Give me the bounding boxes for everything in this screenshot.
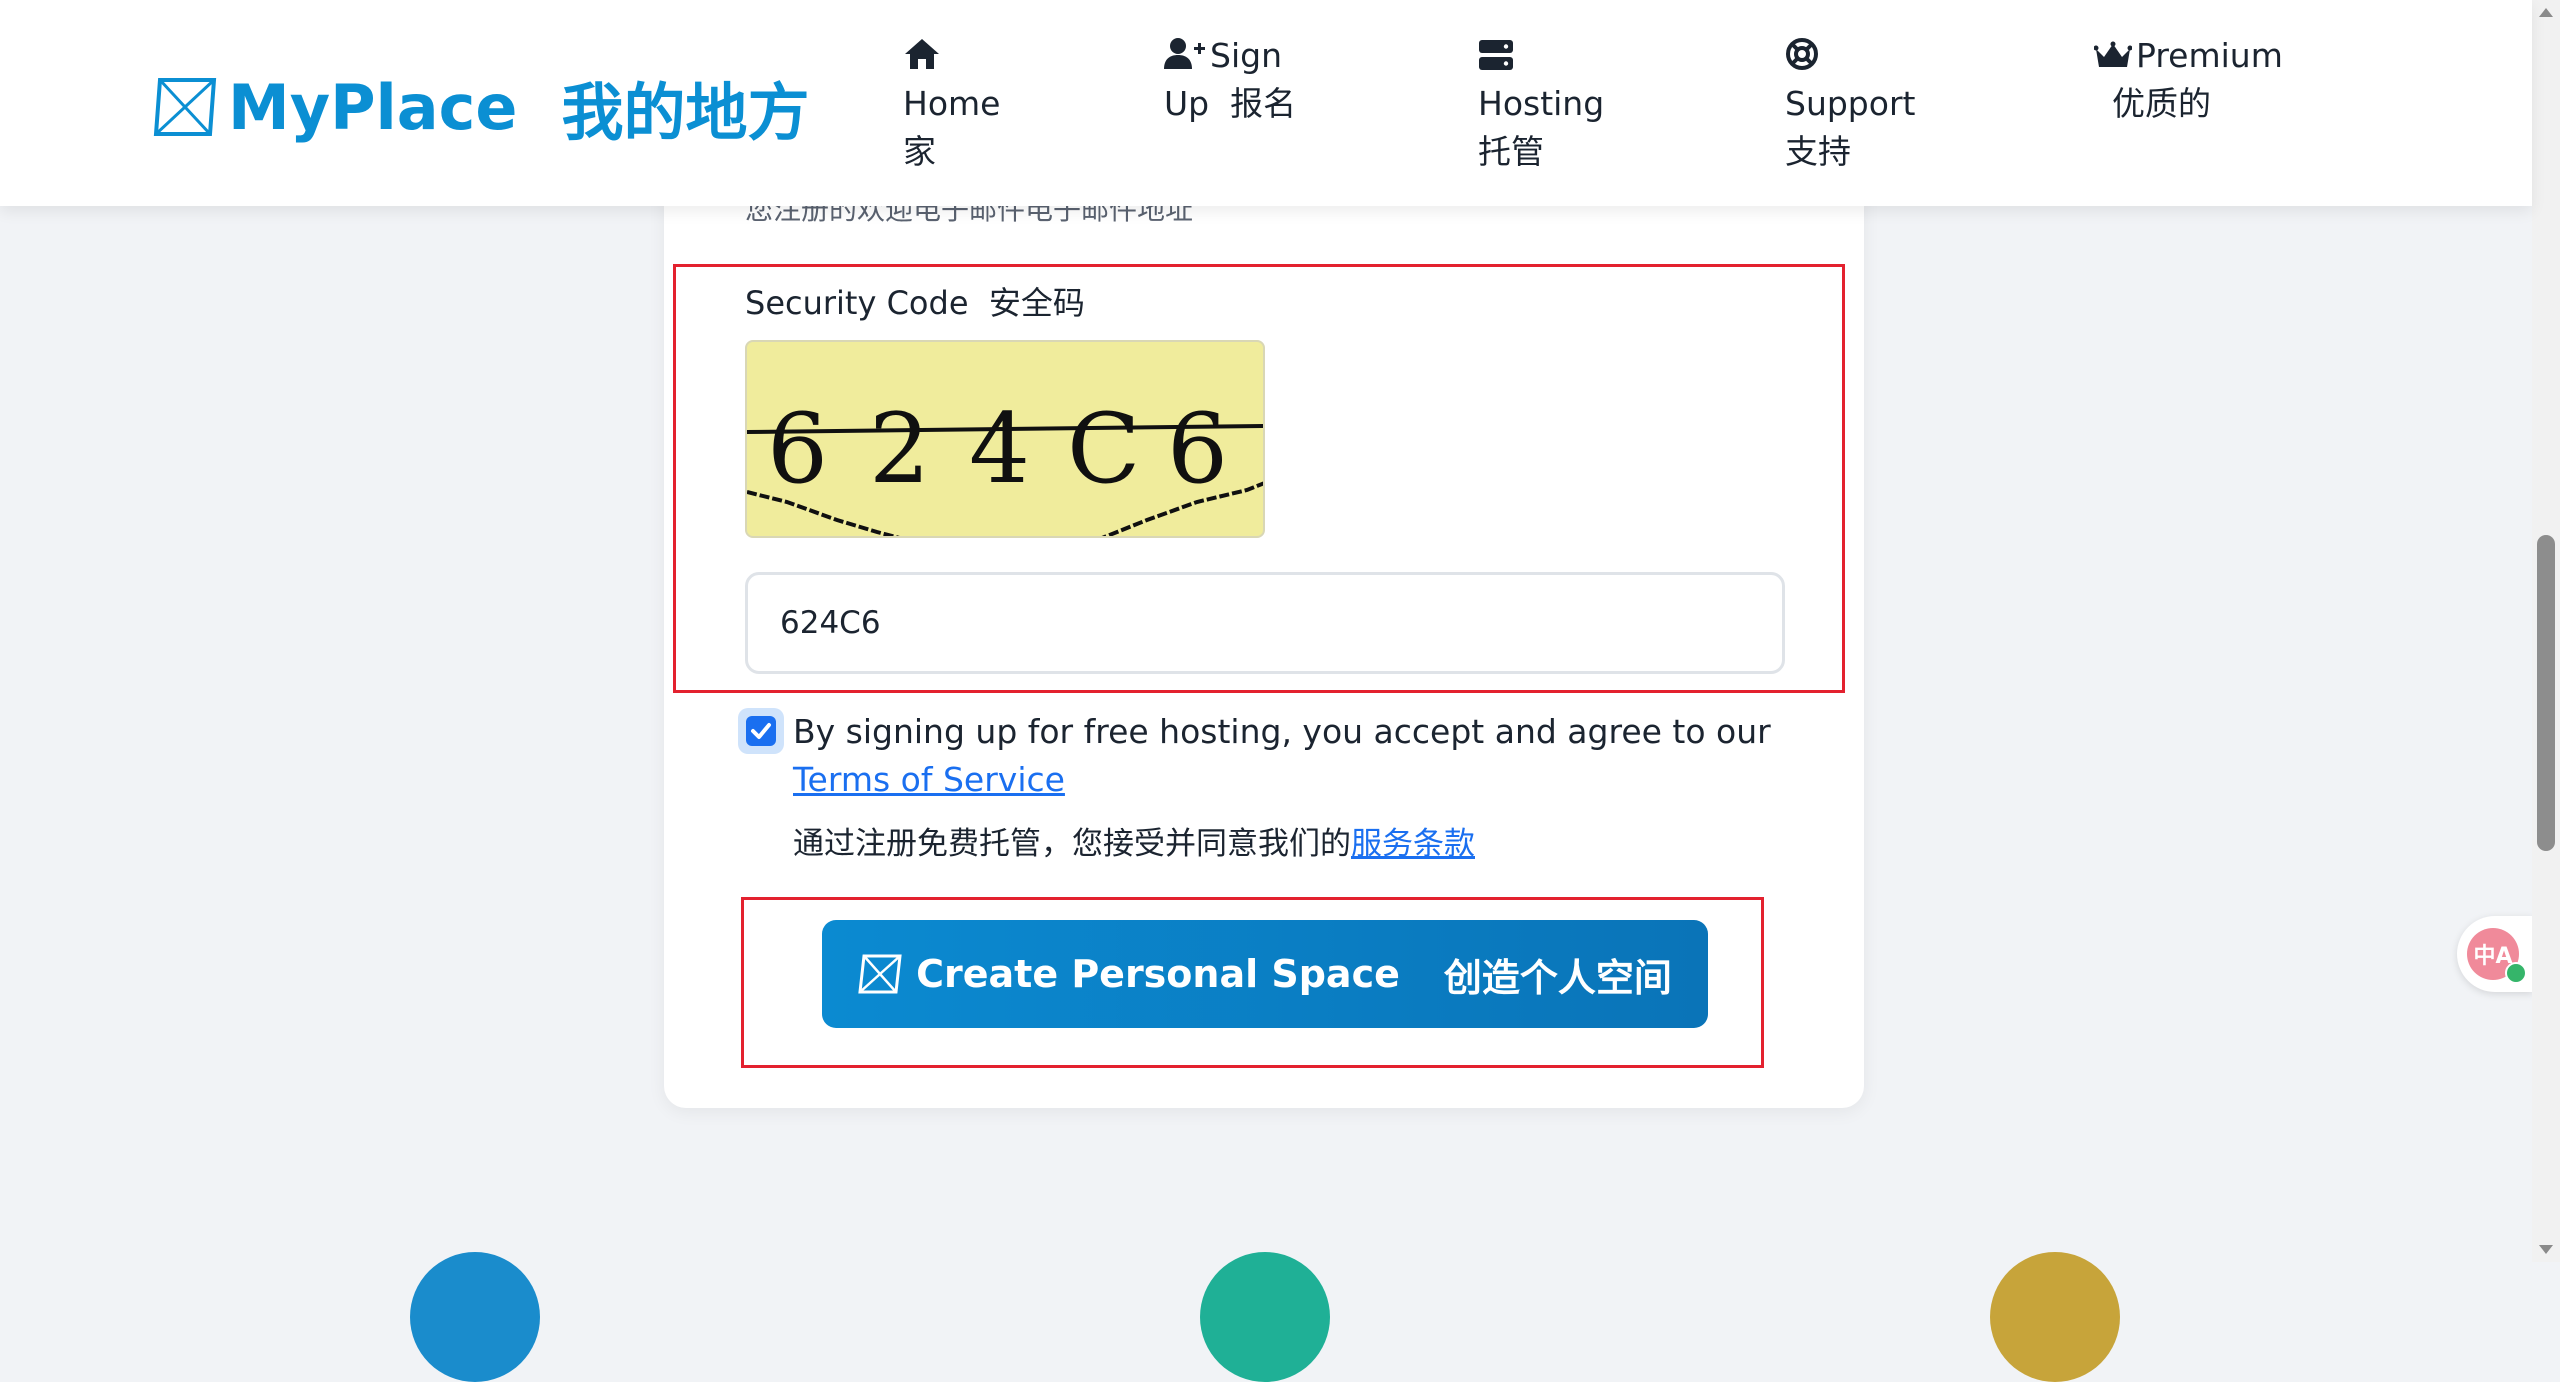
terms-of-service-link-cn[interactable]: 服务条款 — [1351, 826, 1475, 862]
security-code-highlight-box — [673, 264, 1845, 693]
terms-checkbox[interactable] — [738, 708, 784, 754]
lifebuoy-icon — [1786, 38, 1818, 70]
nav-home-label: Home — [903, 84, 1001, 123]
server-icon — [1479, 40, 1513, 70]
site-header: MyPlace 我的地方 Home 家 Sign Up 报名 Hosting 托… — [0, 0, 2532, 206]
scroll-down-arrow-icon[interactable] — [2539, 1245, 2553, 1254]
nav-hosting-label-cn: 托管 — [1478, 132, 1544, 171]
scroll-thumb[interactable] — [2537, 535, 2555, 851]
feature-circle-teal — [1200, 1252, 1330, 1382]
terms-of-service-link[interactable]: Terms of Service — [793, 760, 1065, 799]
terms-text-en: By signing up for free hosting, you acce… — [793, 712, 1771, 751]
feature-circle-blue — [410, 1252, 540, 1382]
nav-sign-up[interactable]: Sign Up 报名 — [1164, 32, 1296, 128]
user-plus-icon — [1164, 38, 1205, 69]
terms-text-cn: 通过注册免费托管，您接受并同意我们的 — [793, 826, 1351, 862]
feature-circle-gold — [1990, 1252, 2120, 1382]
nav-home-label-cn: 家 — [903, 132, 936, 171]
nav-home[interactable]: Home 家 — [903, 32, 1000, 176]
terms-text: By signing up for free hosting, you acce… — [793, 708, 1803, 804]
home-icon — [905, 39, 939, 69]
check-icon — [751, 723, 771, 739]
nav-support[interactable]: Support 支持 — [1785, 32, 1915, 176]
nav-hosting[interactable]: Hosting 托管 — [1478, 32, 1604, 176]
create-button-highlight-box — [741, 897, 1764, 1068]
translate-widget[interactable]: 中A — [2457, 916, 2533, 992]
logo-text: MyPlace — [228, 70, 518, 144]
crown-icon — [2094, 41, 2132, 67]
nav-hosting-label: Hosting — [1478, 84, 1605, 123]
nav-sign-up-label-2: Up — [1164, 84, 1210, 123]
translate-status-check-icon — [2505, 962, 2527, 984]
scroll-up-arrow-icon[interactable] — [2539, 8, 2553, 17]
terms-checkbox-box — [746, 716, 776, 746]
nav-premium[interactable]: Premium 优质的 — [2094, 32, 2283, 128]
page-scrollbar[interactable] — [2532, 0, 2560, 1262]
nav-premium-label-cn: 优质的 — [2112, 84, 2211, 123]
logo-text-cn: 我的地方 — [561, 76, 810, 149]
nav-sign-up-label-1: Sign — [1210, 36, 1282, 75]
site-logo[interactable]: MyPlace 我的地方 — [152, 62, 809, 152]
nav-premium-label: Premium — [2136, 36, 2283, 75]
terms-text-cn-line: 通过注册免费托管，您接受并同意我们的服务条款 — [793, 820, 1475, 868]
logo-mark-icon — [153, 78, 217, 136]
nav-support-label: Support — [1785, 84, 1916, 123]
nav-support-label-cn: 支持 — [1785, 132, 1851, 171]
nav-sign-up-label-cn: 报名 — [1230, 84, 1297, 123]
